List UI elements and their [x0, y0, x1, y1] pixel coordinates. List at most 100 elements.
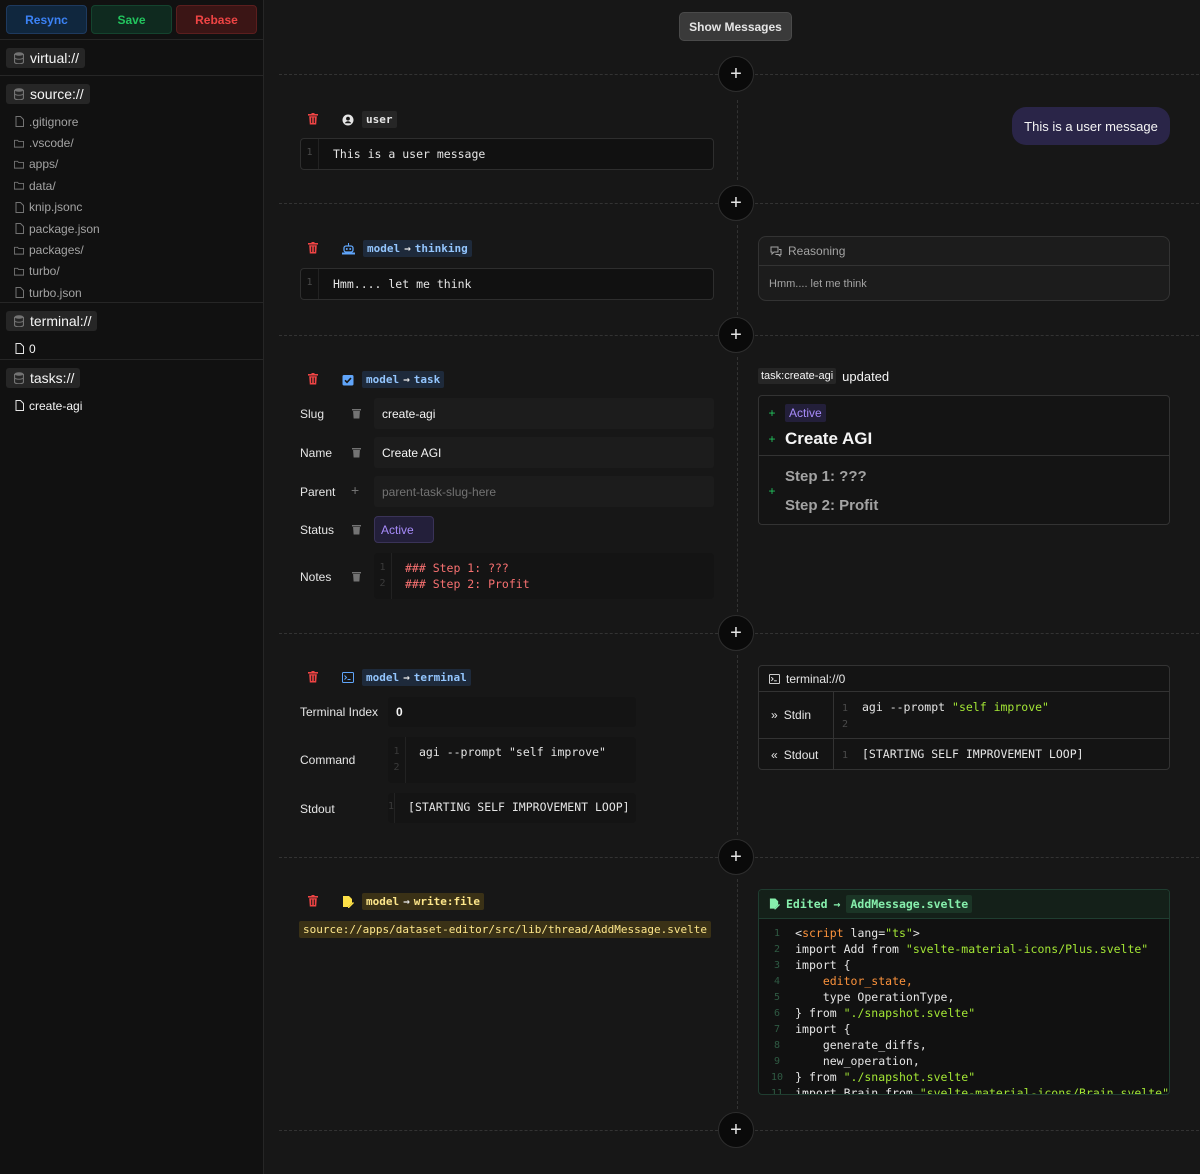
- slug-field[interactable]: create-agi: [374, 398, 714, 429]
- file-edit-icon: [342, 895, 354, 908]
- parent-field[interactable]: parent-task-slug-here: [374, 476, 714, 507]
- message-editor[interactable]: 1 Hmm.... let me think: [300, 268, 714, 300]
- section-header-terminal[interactable]: terminal://: [0, 303, 263, 336]
- file-path-tag[interactable]: source://apps/dataset-editor/src/lib/thr…: [299, 921, 711, 938]
- status-select[interactable]: Active: [374, 516, 434, 543]
- save-button[interactable]: Save: [91, 5, 172, 34]
- code-token: import Brain from: [795, 1086, 920, 1095]
- add-message-button[interactable]: +: [718, 185, 754, 221]
- tree-item-knip-jsonc[interactable]: knip.jsonc: [0, 197, 263, 218]
- chevron-double-right-icon: »: [771, 708, 778, 722]
- command-label: Command: [300, 753, 356, 767]
- line-number: 1: [841, 750, 849, 761]
- tree-item-vscode[interactable]: .vscode/: [0, 132, 263, 153]
- role-tag[interactable]: user: [362, 111, 397, 128]
- section-tag-source[interactable]: source://: [6, 84, 90, 104]
- section-header-source[interactable]: source://: [0, 76, 263, 109]
- section-tasks: tasks:// create-agi: [0, 360, 263, 414]
- trash-icon[interactable]: [352, 571, 361, 582]
- stdout-content[interactable]: [STARTING SELF IMPROVEMENT LOOP]: [395, 793, 643, 823]
- stdin-label-text: Stdin: [783, 708, 812, 722]
- name-field[interactable]: Create AGI: [374, 437, 714, 468]
- notes-editor[interactable]: 12 ### Step 1: ??? ### Step 2: Profit: [374, 553, 714, 599]
- stdout-label: Stdout: [300, 802, 335, 816]
- file-name[interactable]: AddMessage.svelte: [846, 895, 973, 913]
- terminal-preview-panel: terminal://0 » Stdin 12 agi --prompt "sel…: [758, 665, 1170, 770]
- trash-icon[interactable]: [352, 447, 361, 458]
- role-tag[interactable]: model → write:file: [362, 893, 484, 910]
- section-label-tasks: tasks://: [30, 370, 75, 386]
- source-tree: .gitignore .vscode/ apps/ data/ knip.jso…: [0, 109, 263, 304]
- role-tag[interactable]: model → terminal: [362, 669, 471, 686]
- add-message-button[interactable]: +: [718, 317, 754, 353]
- trash-icon[interactable]: [352, 408, 361, 419]
- tree-item-data[interactable]: data/: [0, 175, 263, 196]
- folder-icon: [14, 138, 24, 149]
- add-message-button[interactable]: +: [718, 615, 754, 651]
- tree-item-label: 0: [29, 341, 36, 356]
- rebase-button[interactable]: Rebase: [176, 5, 257, 34]
- code-line: new_operation,: [795, 1053, 1169, 1069]
- code-lines: <script lang="ts"> import Add from "svelt…: [795, 919, 1169, 1095]
- section-tag-terminal[interactable]: terminal://: [6, 311, 98, 331]
- trash-icon[interactable]: [352, 524, 361, 535]
- arrow-icon: →: [403, 895, 410, 908]
- trash-icon[interactable]: [308, 112, 320, 127]
- role-tag[interactable]: model → task: [362, 371, 445, 388]
- tree-item-turbo-json[interactable]: turbo.json: [0, 282, 263, 303]
- slug-label: Slug: [300, 407, 325, 421]
- status-label: Status: [300, 523, 335, 537]
- message-header-terminal: model → terminal: [308, 669, 471, 686]
- tree-item-packages[interactable]: packages/: [0, 239, 263, 260]
- plus-icon: +: [730, 324, 742, 346]
- robot-icon: [342, 242, 355, 255]
- trash-icon[interactable]: [308, 670, 320, 685]
- account-circle-icon: [342, 114, 354, 126]
- tree-item-apps[interactable]: apps/: [0, 154, 263, 175]
- reasoning-header[interactable]: Reasoning: [759, 237, 1169, 266]
- tree-item-terminal-0[interactable]: 0: [0, 336, 263, 357]
- plus-icon: +: [768, 432, 776, 446]
- add-message-button[interactable]: +: [718, 839, 754, 875]
- command-editor[interactable]: 12 agi --prompt "self improve": [388, 737, 636, 783]
- trash-icon[interactable]: [308, 241, 320, 256]
- message-content[interactable]: Hmm.... let me think: [319, 269, 485, 299]
- notes-content[interactable]: ### Step 1: ??? ### Step 2: Profit: [392, 553, 543, 599]
- stdout-editor[interactable]: 1 [STARTING SELF IMPROVEMENT LOOP]: [388, 793, 636, 823]
- tree-item-package-json[interactable]: package.json: [0, 218, 263, 239]
- section-header-virtual[interactable]: virtual://: [0, 40, 263, 73]
- code-token: "ts": [885, 926, 913, 940]
- tree-item-create-agi[interactable]: create-agi: [0, 393, 263, 414]
- file-icon: [14, 343, 24, 355]
- add-message-button[interactable]: +: [718, 56, 754, 92]
- reasoning-panel: Reasoning Hmm.... let me think: [758, 236, 1170, 301]
- line-number: 1: [774, 928, 781, 939]
- command-content[interactable]: agi --prompt "self improve": [406, 737, 619, 783]
- section-tag-tasks[interactable]: tasks://: [6, 368, 81, 388]
- stdin-command: agi --prompt: [862, 700, 946, 714]
- role-tag[interactable]: model → thinking: [363, 240, 472, 257]
- task-tag[interactable]: task:create-agi: [758, 368, 837, 384]
- resync-button[interactable]: Resync: [6, 5, 87, 34]
- trash-icon[interactable]: [308, 894, 320, 909]
- tree-item-gitignore[interactable]: .gitignore: [0, 111, 263, 132]
- terminal-index-field[interactable]: 0: [388, 697, 636, 727]
- column-separator: [737, 225, 738, 315]
- message-content[interactable]: This is a user message: [319, 139, 499, 169]
- section-tag-virtual[interactable]: virtual://: [6, 48, 86, 68]
- add-message-button[interactable]: +: [718, 1112, 754, 1148]
- column-separator: [737, 357, 738, 612]
- code-token: } from: [795, 1006, 844, 1020]
- status-badge: Active: [785, 404, 826, 422]
- section-label-virtual: virtual://: [30, 50, 80, 66]
- message-editor[interactable]: 1 This is a user message: [300, 138, 714, 170]
- parent-label: Parent: [300, 485, 336, 499]
- section-header-tasks[interactable]: tasks://: [0, 360, 263, 393]
- show-messages-button[interactable]: Show Messages: [679, 12, 792, 41]
- role-label: model: [366, 895, 400, 908]
- plus-icon[interactable]: +: [351, 482, 359, 498]
- trash-icon[interactable]: [308, 372, 320, 387]
- tree-item-turbo[interactable]: turbo/: [0, 261, 263, 282]
- file-edit-panel: Edited → AddMessage.svelte 1 2 3 4 5 6 7 8 9 10 11…: [758, 889, 1170, 1095]
